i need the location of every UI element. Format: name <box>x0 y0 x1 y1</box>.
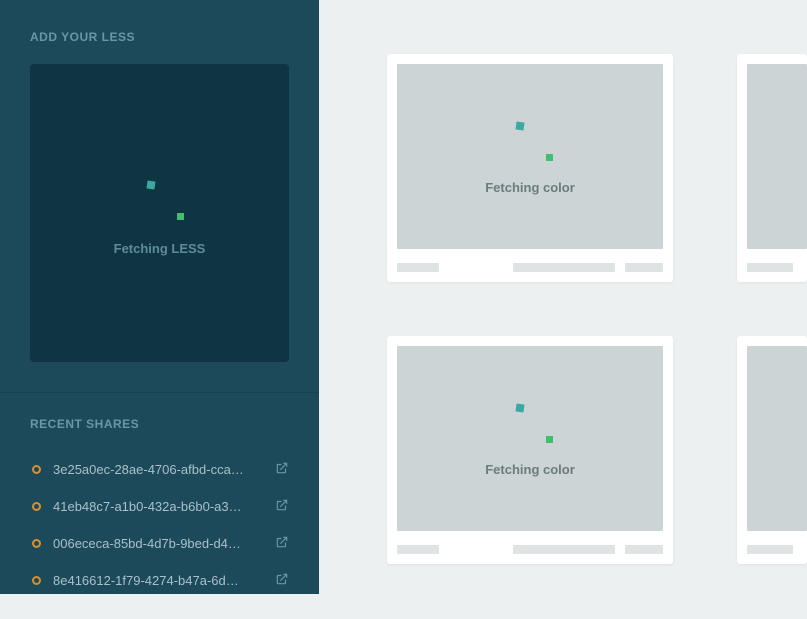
main-content: Fetching color <box>319 0 807 594</box>
share-icon[interactable] <box>275 461 289 478</box>
skeleton-meta <box>747 263 807 272</box>
card-thumbnail: Fetching color <box>397 64 663 249</box>
share-label: 8e416612-1f79-4274-b47a-6d… <box>53 573 275 588</box>
less-dropzone[interactable]: Fetching LESS <box>30 64 289 362</box>
add-less-title: ADD YOUR LESS <box>30 30 289 44</box>
skeleton-block <box>397 263 439 272</box>
share-icon[interactable] <box>275 498 289 515</box>
color-card[interactable]: Fetching color <box>387 54 673 282</box>
card-row: Fetching color <box>387 54 807 282</box>
loading-spinner-icon <box>508 118 552 162</box>
share-item[interactable]: 8e416612-1f79-4274-b47a-6d… <box>30 562 289 599</box>
sidebar: ADD YOUR LESS Fetching LESS RECENT SHARE… <box>0 0 319 594</box>
color-card[interactable] <box>737 336 807 564</box>
bullet-icon <box>32 576 41 585</box>
loading-spinner-icon <box>508 400 552 444</box>
color-card[interactable]: Fetching color <box>387 336 673 564</box>
skeleton-meta <box>397 545 663 554</box>
skeleton-meta <box>747 545 807 554</box>
recent-shares-section: RECENT SHARES 3e25a0ec-28ae-4706-afbd-cc… <box>0 393 319 619</box>
skeleton-block <box>747 545 793 554</box>
fetching-color-label: Fetching color <box>485 462 575 477</box>
add-less-section: ADD YOUR LESS Fetching LESS <box>0 0 319 393</box>
skeleton-block <box>513 263 615 272</box>
card-thumbnail: Fetching color <box>397 346 663 531</box>
share-item[interactable]: 3e25a0ec-28ae-4706-afbd-cca… <box>30 451 289 488</box>
recent-shares-list: 3e25a0ec-28ae-4706-afbd-cca… 41eb48c7-a1… <box>30 451 289 599</box>
card-grid: Fetching color <box>387 54 807 564</box>
bullet-icon <box>32 502 41 511</box>
share-item[interactable]: 006ececa-85bd-4d7b-9bed-d4… <box>30 525 289 562</box>
share-icon[interactable] <box>275 572 289 589</box>
skeleton-block <box>397 545 439 554</box>
skeleton-block <box>625 263 663 272</box>
card-thumbnail <box>747 64 807 249</box>
loading-spinner-icon <box>135 171 185 221</box>
bullet-icon <box>32 539 41 548</box>
card-row: Fetching color <box>387 336 807 564</box>
share-label: 41eb48c7-a1b0-432a-b6b0-a3… <box>53 499 275 514</box>
skeleton-meta <box>397 263 663 272</box>
share-label: 3e25a0ec-28ae-4706-afbd-cca… <box>53 462 275 477</box>
color-card[interactable] <box>737 54 807 282</box>
skeleton-block <box>747 263 793 272</box>
recent-shares-title: RECENT SHARES <box>30 417 289 431</box>
share-label: 006ececa-85bd-4d7b-9bed-d4… <box>53 536 275 551</box>
skeleton-block <box>513 545 615 554</box>
share-item[interactable]: 41eb48c7-a1b0-432a-b6b0-a3… <box>30 488 289 525</box>
fetching-less-label: Fetching LESS <box>114 241 206 256</box>
bullet-icon <box>32 465 41 474</box>
card-thumbnail <box>747 346 807 531</box>
skeleton-block <box>625 545 663 554</box>
fetching-color-label: Fetching color <box>485 180 575 195</box>
share-icon[interactable] <box>275 535 289 552</box>
